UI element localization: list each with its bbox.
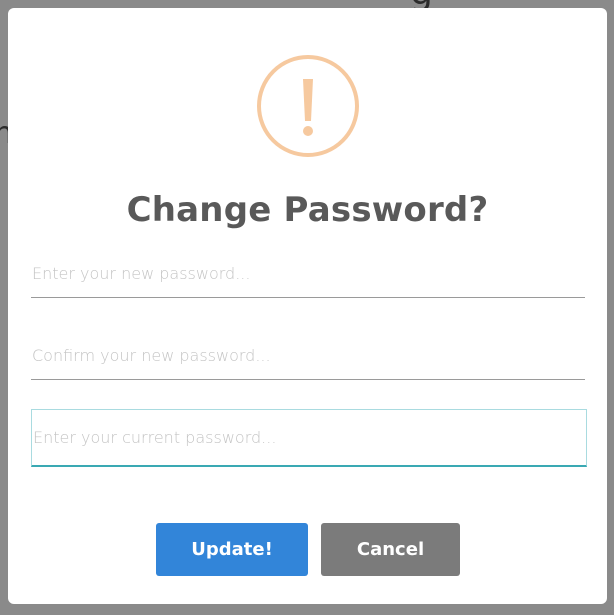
confirm-password-input[interactable] [31,332,585,380]
change-password-dialog: Change Password? Update! Cancel [8,8,607,604]
warning-exclamation-icon [257,55,359,157]
cancel-button[interactable]: Cancel [321,523,460,576]
current-password-input[interactable] [31,409,587,467]
new-password-input[interactable] [31,250,585,298]
dialog-title: Change Password? [126,190,489,230]
update-button[interactable]: Update! [156,523,308,576]
